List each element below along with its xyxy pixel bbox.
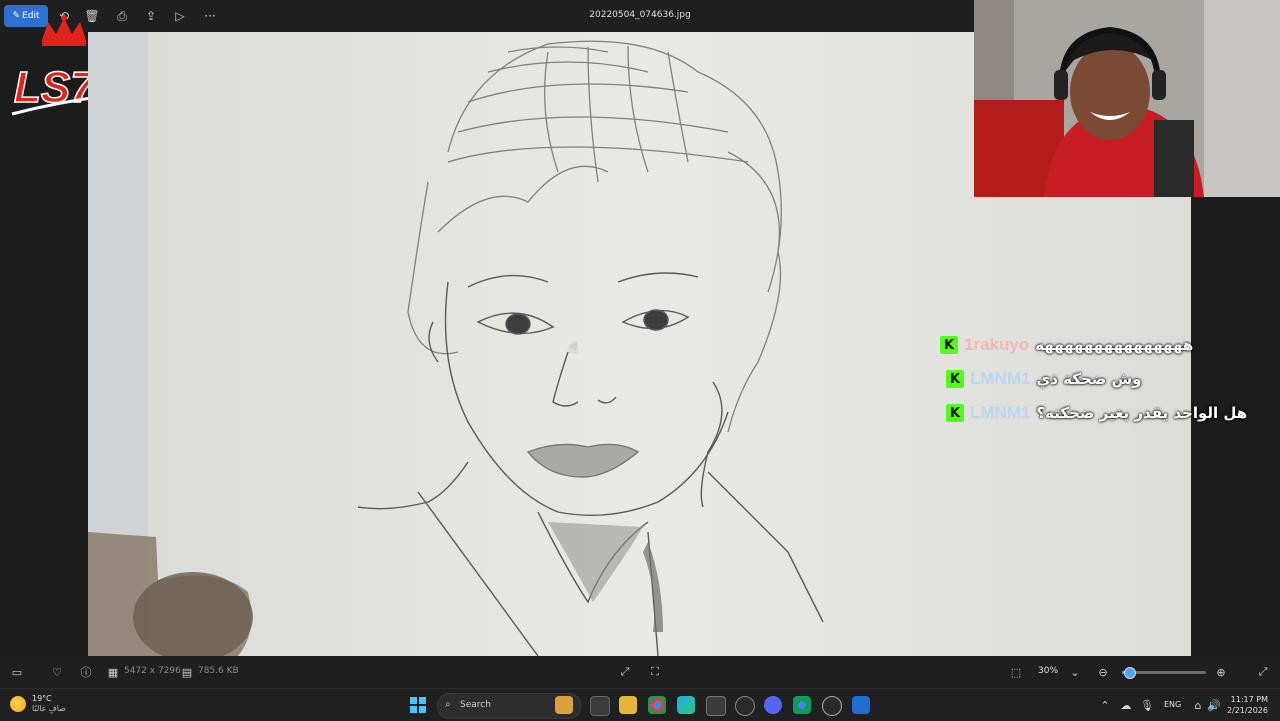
zoom-out-icon[interactable]: ⊖ (1096, 665, 1110, 679)
search-icon: ⌕ (445, 699, 451, 710)
zoom-in-icon[interactable]: ⊕ (1214, 665, 1228, 679)
chat-message: K LMNM1 هل الواحد يقدر يغير ضحكته؟ (940, 396, 1270, 430)
slideshow-icon[interactable]: ▷ (170, 7, 190, 25)
zoom-slider[interactable] (1122, 667, 1206, 679)
edge-icon[interactable] (677, 696, 695, 714)
weather-temperature: 19°C (32, 694, 52, 703)
chat-overlay: K 1rakuyo هههههههههههههههه K LMNM1 وش ضح… (940, 328, 1270, 430)
photos-status-bar: ▭ ♡ ⓘ ▦ 5472 x 7296 ▤ 785.6 KB ⤢ ⛶ ⬚ 30%… (0, 656, 1280, 688)
system-clock[interactable]: 11:17 PM 2/21/2026 (1220, 694, 1268, 716)
network-icon[interactable]: ⌂ (1191, 698, 1205, 712)
kick-badge-icon: K (946, 370, 964, 388)
store-icon[interactable] (706, 696, 726, 716)
print-icon[interactable]: ⎙ (112, 7, 132, 25)
search-label: Search (460, 700, 491, 710)
filmstrip-icon[interactable]: ▭ (10, 665, 24, 679)
chat-text: هل الواحد يقدر يغير ضحكته؟ (1036, 404, 1248, 422)
obs-icon[interactable] (822, 696, 842, 716)
microphone-icon[interactable]: 🎙 (1140, 698, 1154, 712)
weather-widget[interactable]: 19°C صافٍ غالبًا (10, 694, 66, 714)
chat-text: هههههههههههههههه (1035, 336, 1194, 354)
weather-sun-icon (10, 696, 26, 712)
webcam-overlay (974, 0, 1280, 197)
chat-username: 1rakuyo (964, 335, 1030, 354)
weather-description: صافٍ غالبًا (32, 704, 66, 713)
photos-app-icon[interactable] (852, 696, 870, 714)
hand-cursor-icon: ☝ (569, 340, 578, 356)
windows-taskbar: 19°C صافٍ غالبًا ⌕ Search ⌃ ☁ 🎙 ENG ⌂ 🔊 … (0, 688, 1280, 721)
file-size: 785.6 KB (198, 666, 239, 676)
fullscreen-icon[interactable]: ⤢ (1256, 665, 1270, 679)
taskbar-widget-icon[interactable] (555, 696, 573, 714)
zoom-slider-thumb[interactable] (1123, 667, 1136, 679)
fit-to-window-icon[interactable]: ⤢ (618, 665, 632, 679)
info-icon[interactable]: ⓘ (79, 665, 93, 679)
windows-logo-icon (410, 697, 417, 704)
webcam-video (974, 0, 1280, 197)
chevron-up-icon[interactable]: ⌃ (1098, 698, 1112, 712)
chat-message: K 1rakuyo هههههههههههههههه (940, 328, 1270, 362)
image-dimensions: 5472 x 7296 (124, 666, 181, 676)
chevron-down-icon[interactable]: ⌄ (1068, 665, 1082, 679)
kick-badge-icon: K (946, 404, 964, 422)
volume-icon[interactable]: 🔊 (1207, 698, 1221, 712)
more-icon[interactable]: ··· (200, 7, 220, 25)
task-view-icon[interactable] (590, 696, 610, 716)
chrome-profile-icon[interactable] (793, 696, 811, 714)
chat-message: K LMNM1 وش ضحكة ذي (940, 362, 1270, 396)
file-name: 20220504_074636.jpg (589, 10, 691, 20)
zoom-level[interactable]: 30% (1038, 666, 1058, 676)
clock-date: 2/21/2026 (1226, 706, 1268, 715)
input-language[interactable]: ENG (1164, 700, 1181, 709)
xbox-icon[interactable] (735, 696, 755, 716)
file-size-icon: ▤ (181, 665, 193, 679)
chat-username: LMNM1 (970, 403, 1031, 422)
share-icon[interactable]: ⇪ (141, 7, 161, 25)
file-explorer-icon[interactable] (619, 696, 637, 714)
discord-icon[interactable] (764, 696, 782, 714)
chat-username: LMNM1 (970, 369, 1031, 388)
cloud-icon[interactable]: ☁ (1119, 698, 1133, 712)
favorite-icon[interactable]: ♡ (50, 665, 64, 679)
chrome-icon[interactable] (648, 696, 666, 714)
dimensions-icon: ▦ (107, 665, 119, 679)
kick-badge-icon: K (940, 336, 958, 354)
fit-screen-icon[interactable]: ⬚ (1009, 665, 1023, 679)
clock-time: 11:17 PM (1230, 695, 1268, 704)
start-button[interactable] (410, 697, 426, 713)
actual-size-icon[interactable]: ⛶ (648, 665, 662, 679)
chat-text: وش ضحكة ذي (1036, 370, 1142, 388)
